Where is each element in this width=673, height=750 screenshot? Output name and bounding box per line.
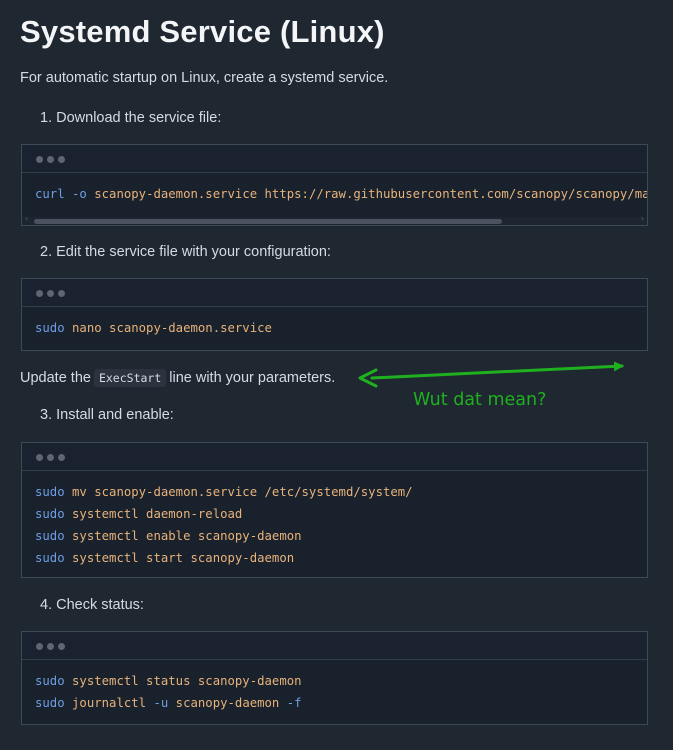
code-token: scanopy-daemon [168, 696, 287, 710]
step-1-label: 1. Download the service file: [40, 110, 222, 126]
window-dot-icon [36, 454, 43, 461]
scrollbar-thumb[interactable] [34, 219, 502, 224]
code-line: sudo journalctl -u scanopy-daemon -f [35, 692, 634, 714]
update-note: Update the ExecStart line with your parame… [20, 369, 336, 387]
code-token: mv scanopy-daemon.service /etc/systemd/s… [64, 485, 413, 499]
code-block-download: curl -o scanopy-daemon.service https://r… [21, 144, 648, 226]
window-dot-icon [36, 290, 43, 297]
code-line: curl -o scanopy-daemon.service https://r… [35, 183, 647, 205]
window-dot-icon [58, 156, 65, 163]
execstart-inline-code: ExecStart [93, 369, 167, 387]
step-2-label: 2. Edit the service file with your confi… [40, 244, 331, 260]
code-token: scanopy-daemon.service https://raw.githu… [94, 187, 647, 201]
code-block-header [22, 279, 647, 307]
step-3-label: 3. Install and enable: [40, 407, 174, 423]
window-dot-icon [58, 454, 65, 461]
chevron-left-icon[interactable]: ‹ [25, 214, 28, 223]
code-token: sudo [35, 674, 65, 688]
horizontal-scrollbar[interactable]: ‹ › [22, 214, 647, 225]
annotation-text: Wut dat mean? [413, 390, 547, 410]
code-token: systemctl status scanopy-daemon [64, 674, 302, 688]
code-body[interactable]: sudo nano scanopy-daemon.service [22, 307, 647, 339]
window-dot-icon [58, 643, 65, 650]
code-block-install: sudo mv scanopy-daemon.service /etc/syst… [21, 442, 648, 578]
arrow-head-icon [358, 368, 378, 388]
window-dot-icon [58, 290, 65, 297]
code-token: systemctl daemon-reload [64, 507, 243, 521]
code-block-edit: sudo nano scanopy-daemon.service [21, 278, 648, 351]
window-dot-icon [47, 156, 54, 163]
window-dot-icon [47, 643, 54, 650]
code-token: -f [286, 696, 302, 710]
code-block-status: sudo systemctl status scanopy-daemon sudo… [21, 631, 648, 725]
code-token: systemctl start scanopy-daemon [64, 551, 295, 565]
code-token: sudo [35, 551, 65, 565]
code-token: -o [72, 187, 87, 201]
window-dot-icon [47, 290, 54, 297]
code-token: -u [153, 696, 169, 710]
window-dot-icon [36, 156, 43, 163]
code-token: curl [35, 187, 65, 201]
code-line: sudo nano scanopy-daemon.service [35, 317, 634, 339]
arrow-line [370, 361, 624, 380]
code-token: systemctl enable scanopy-daemon [64, 529, 302, 543]
window-dot-icon [36, 643, 43, 650]
update-note-after: line with your parameters. [169, 370, 336, 386]
chevron-right-icon[interactable]: › [641, 214, 644, 223]
intro-text: For automatic startup on Linux, create a… [20, 70, 389, 86]
code-token: sudo [35, 529, 65, 543]
update-note-before: Update the [20, 370, 91, 386]
code-block-header [22, 632, 647, 660]
code-body[interactable]: sudo mv scanopy-daemon.service /etc/syst… [22, 471, 647, 569]
code-line: sudo systemctl start scanopy-daemon [35, 547, 634, 569]
page-title: Systemd Service (Linux) [20, 14, 385, 49]
code-line: sudo systemctl enable scanopy-daemon [35, 525, 634, 547]
code-token: sudo [35, 485, 65, 499]
code-token: sudo [35, 507, 65, 521]
code-line: sudo mv scanopy-daemon.service /etc/syst… [35, 481, 634, 503]
code-body[interactable]: sudo systemctl status scanopy-daemon sudo… [22, 660, 647, 714]
code-block-header [22, 145, 647, 173]
step-4-label: 4. Check status: [40, 597, 144, 613]
code-line: sudo systemctl status scanopy-daemon [35, 670, 634, 692]
code-line: sudo systemctl daemon-reload [35, 503, 634, 525]
code-block-header [22, 443, 647, 471]
code-token: nano scanopy-daemon.service [64, 321, 272, 335]
code-token: sudo [35, 696, 65, 710]
window-dot-icon [47, 454, 54, 461]
code-token: journalctl [64, 696, 154, 710]
code-token: sudo [35, 321, 65, 335]
